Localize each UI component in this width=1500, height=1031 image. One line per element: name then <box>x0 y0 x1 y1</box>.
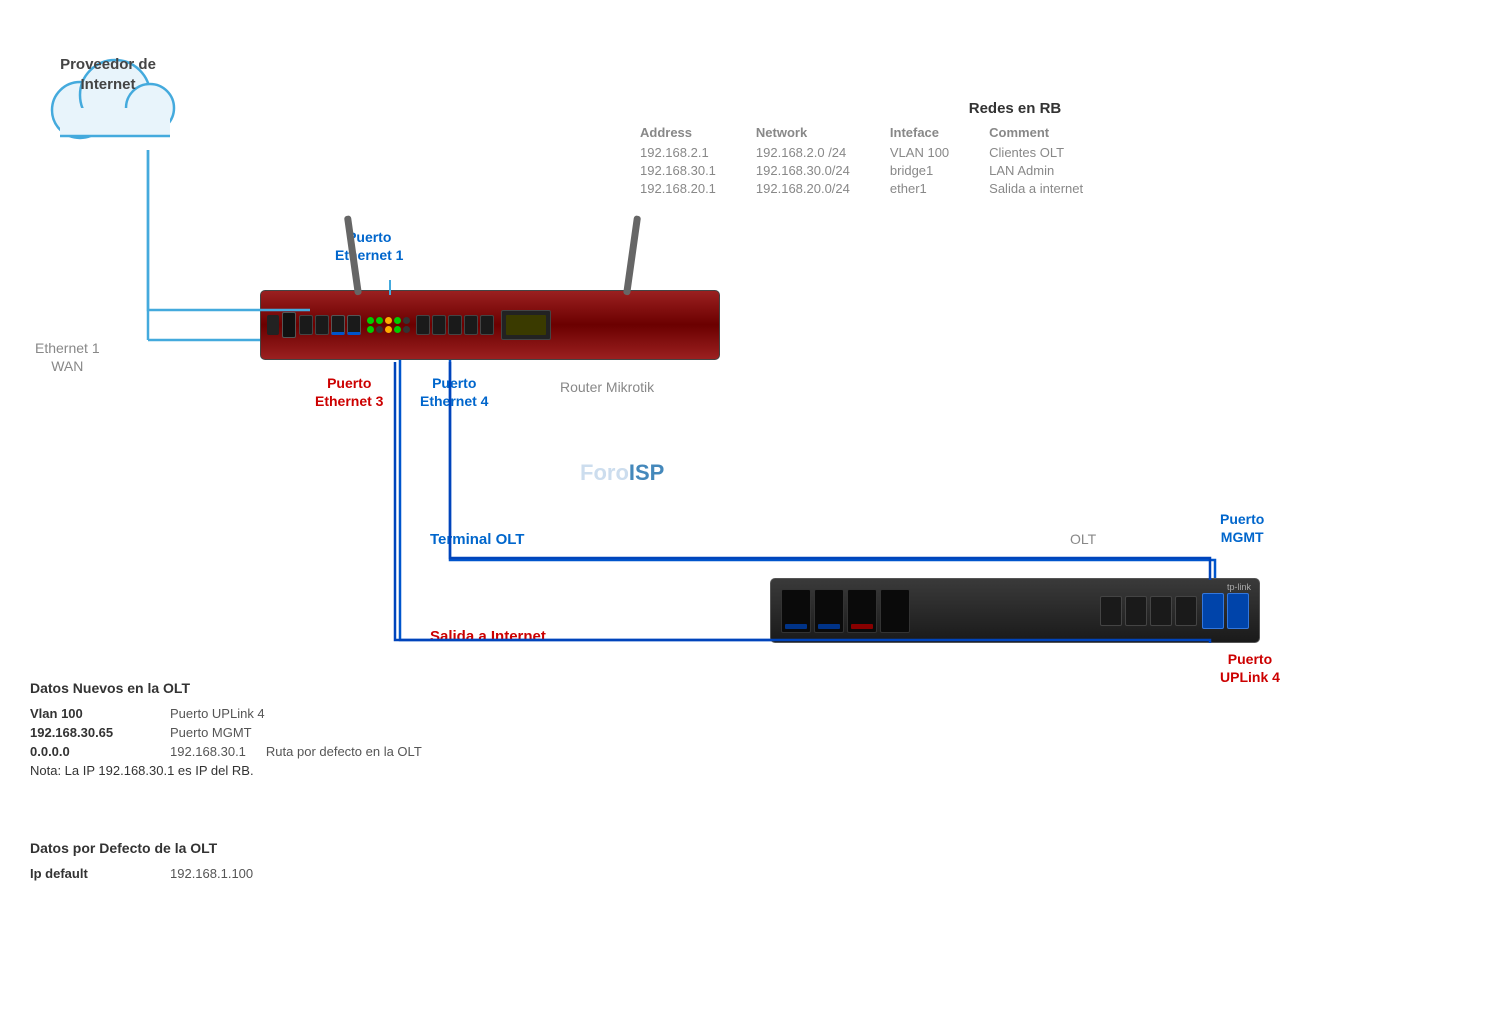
router-mikrotik-label: Router Mikrotik <box>560 378 654 396</box>
address-row3: 192.168.20.1 <box>640 181 716 196</box>
olt-device: tp-link <box>770 578 1260 643</box>
network-row3: 192.168.20.0/24 <box>756 181 850 196</box>
datos-nuevos-title: Datos Nuevos en la OLT <box>30 680 530 696</box>
foro-isp-watermark: ForoISP <box>580 460 664 486</box>
ethernet1-wan-label: Ethernet 1 WAN <box>35 339 100 375</box>
comment-row2: LAN Admin <box>989 163 1083 178</box>
router-mikrotik-device <box>260 290 720 360</box>
redes-comment-col: Comment Clientes OLT LAN Admin Salida a … <box>989 125 1083 196</box>
comment-row1: Clientes OLT <box>989 145 1083 160</box>
interface-row3: ether1 <box>890 181 949 196</box>
redes-address-col: Address 192.168.2.1 192.168.30.1 192.168… <box>640 125 716 196</box>
datos-nuevos-section: Datos Nuevos en la OLT Vlan 100 Puerto U… <box>30 680 530 778</box>
datos-nuevos-row2: 192.168.30.65 Puerto MGMT <box>30 725 530 740</box>
address-row1: 192.168.2.1 <box>640 145 716 160</box>
puerto-ethernet3-label: PuertoEthernet 3 <box>315 374 383 410</box>
datos-defecto-row1: Ip default 192.168.1.100 <box>30 866 430 881</box>
salida-internet-label: Salida a Internet <box>430 627 546 647</box>
network-row2: 192.168.30.0/24 <box>756 163 850 178</box>
puerto-uplink4-label: PuertoUPLink 4 <box>1220 650 1280 686</box>
datos-defecto-title: Datos por Defecto de la OLT <box>30 840 430 856</box>
terminal-olt-label: Terminal OLT <box>430 530 524 550</box>
address-row2: 192.168.30.1 <box>640 163 716 178</box>
comment-header: Comment <box>989 125 1083 140</box>
diagram-container: Proveedor de Internet Ethernet 1 WAN Pue… <box>0 0 1500 1031</box>
puerto-mgmt-label: PuertoMGMT <box>1220 510 1264 546</box>
address-header: Address <box>640 125 716 140</box>
datos-nuevos-row3: 0.0.0.0 192.168.30.1 Ruta por defecto en… <box>30 744 530 759</box>
datos-defecto-section: Datos por Defecto de la OLT Ip default 1… <box>30 840 430 885</box>
datos-nuevos-row1: Vlan 100 Puerto UPLink 4 <box>30 706 530 721</box>
redes-interface-col: Inteface VLAN 100 bridge1 ether1 <box>890 125 949 196</box>
network-row1: 192.168.2.0 /24 <box>756 145 850 160</box>
datos-nuevos-nota: Nota: La IP 192.168.30.1 es IP del RB. <box>30 763 530 778</box>
redes-rb-section: Redes en RB Address 192.168.2.1 192.168.… <box>640 100 1390 196</box>
olt-label: OLT <box>1070 530 1096 548</box>
interface-header: Inteface <box>890 125 949 140</box>
interface-row2: bridge1 <box>890 163 949 178</box>
network-header: Network <box>756 125 850 140</box>
puerto-ethernet1-label: PuertoEthernet 1 <box>335 228 403 264</box>
redes-rb-title: Redes en RB <box>640 100 1390 117</box>
interface-row1: VLAN 100 <box>890 145 949 160</box>
cloud-label: Proveedor de Internet <box>38 55 178 94</box>
redes-network-col: Network 192.168.2.0 /24 192.168.30.0/24 … <box>756 125 850 196</box>
comment-row3: Salida a internet <box>989 181 1083 196</box>
puerto-ethernet4-label: PuertoEthernet 4 <box>420 374 488 410</box>
